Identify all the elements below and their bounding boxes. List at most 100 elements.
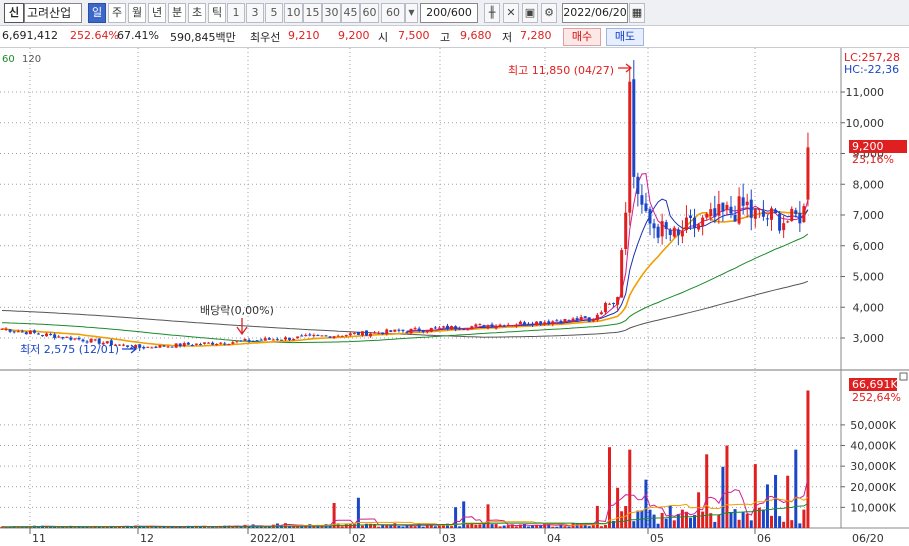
ask-price: 9,200 — [338, 29, 370, 42]
volume-bar — [664, 518, 668, 528]
candle — [279, 339, 283, 341]
volume-bar — [620, 511, 624, 528]
volume-bar — [648, 509, 652, 528]
period-button-2[interactable]: 월 — [128, 3, 146, 23]
volume-bar — [644, 479, 648, 528]
calendar-icon[interactable]: ▦ — [629, 3, 645, 23]
gear-icon[interactable]: ⚙ — [541, 3, 557, 23]
volume-tick-label: 40,000K — [850, 440, 896, 453]
interval-dropdown[interactable]: 60 — [381, 3, 405, 23]
period-button-4[interactable]: 분 — [168, 3, 186, 23]
period-button-3[interactable]: 년 — [148, 3, 166, 23]
x-tick-label: 06 — [757, 532, 771, 545]
volume-bar — [684, 511, 688, 528]
price-info-bar: 6,691,412 252.64% 67.41% 590,845백만 최우선 9… — [0, 26, 909, 48]
period-button-6[interactable]: 틱 — [208, 3, 226, 23]
volume-bar — [130, 527, 134, 529]
volume-bar — [599, 526, 603, 528]
date-input[interactable]: 2022/06/20 — [562, 3, 628, 23]
volume-bar — [490, 524, 494, 528]
volume-bar — [28, 527, 32, 529]
volume-bar — [660, 512, 664, 528]
volume-bar — [73, 526, 77, 528]
buy-button[interactable]: 매수 — [563, 28, 601, 46]
volume-bar — [506, 525, 510, 528]
volume-bar — [239, 527, 243, 529]
high-price: 9,680 — [460, 29, 492, 42]
volume-bar — [527, 526, 530, 528]
low-annotation: 최저 2,575 (12/01) — [20, 343, 119, 356]
volume-bar — [340, 526, 344, 528]
volume-bar — [713, 521, 717, 528]
interval-button-3[interactable]: 3 — [246, 3, 264, 23]
volume-bar — [563, 526, 567, 528]
candle — [802, 203, 806, 223]
price-tick-label: 11,000 — [846, 86, 885, 99]
high-annotation: 최고 11,850 (04/27) — [508, 64, 614, 77]
period-button-0[interactable]: 일 — [88, 3, 106, 23]
volume-bar — [502, 525, 506, 528]
crosshair-icon[interactable]: ✕ — [503, 3, 519, 23]
candle — [170, 346, 174, 348]
volume-bar — [802, 509, 806, 528]
volume-bar — [676, 514, 680, 528]
price-tick-label: 10,000 — [846, 117, 885, 130]
volume-value: 6,691,412 — [2, 29, 58, 42]
interval-button-45[interactable]: 45 — [341, 3, 360, 23]
stock-name-input[interactable]: 고려산업 — [24, 3, 82, 23]
volume-bar — [356, 497, 360, 528]
period-button-1[interactable]: 주 — [108, 3, 126, 23]
count-input[interactable]: 200/600 — [420, 3, 478, 23]
ma60-legend: 60 — [2, 54, 15, 65]
volume-bar — [761, 509, 765, 528]
volume-bar — [778, 516, 782, 528]
save-icon[interactable]: ▣ — [522, 3, 538, 23]
stock-chart[interactable]: 11,00010,0009,0008,0007,0006,0005,0004,0… — [0, 48, 909, 546]
volume-bar — [774, 474, 778, 528]
volume-bar — [628, 449, 632, 528]
interval-button-15[interactable]: 15 — [303, 3, 322, 23]
x-tick-label: 06/20 — [852, 532, 884, 545]
volume-bar — [749, 520, 753, 528]
volume-bar — [689, 517, 692, 528]
interval-button-60[interactable]: 60 — [360, 3, 379, 23]
price-tick-label: 3,000 — [853, 332, 885, 345]
volume-bar — [381, 525, 385, 528]
volume-bar — [158, 526, 162, 528]
volume-tick-label: 10,000K — [850, 501, 896, 514]
amount-value: 590,845백만 — [170, 31, 236, 44]
volume-bar — [433, 526, 437, 528]
volume-bar — [474, 524, 478, 528]
interval-button-30[interactable]: 30 — [322, 3, 341, 23]
volume-bar — [632, 521, 636, 528]
candle — [778, 210, 782, 234]
interval-button-5[interactable]: 5 — [265, 3, 283, 23]
volume-bar — [486, 504, 490, 528]
volume-bar — [587, 526, 591, 528]
volume-bar — [377, 526, 381, 528]
volume-bar — [782, 521, 786, 528]
volume-bar — [207, 527, 211, 529]
volume-bar — [725, 445, 729, 528]
mode-toggle[interactable]: 신 — [4, 3, 24, 23]
sell-button[interactable]: 매도 — [606, 28, 644, 46]
volume-bar — [470, 523, 474, 528]
panel-resize-icon[interactable] — [899, 372, 908, 381]
high-label: 고 — [440, 31, 451, 44]
volume-bar — [514, 526, 518, 528]
chevron-down-icon[interactable]: ▼ — [405, 3, 418, 23]
period-button-5[interactable]: 초 — [188, 3, 206, 23]
bid-price: 9,210 — [288, 29, 320, 42]
current-change: 23,16% — [852, 153, 894, 166]
volume-bar — [421, 526, 425, 528]
volume-bar — [385, 525, 389, 528]
candle-type-icon[interactable]: ╫ — [484, 3, 500, 23]
interval-button-10[interactable]: 10 — [284, 3, 303, 23]
volume-bar — [211, 527, 215, 529]
volume-bar — [595, 505, 599, 528]
x-tick-label: 04 — [547, 532, 561, 545]
current-volume-ratio: 252,64% — [852, 391, 901, 404]
interval-button-1[interactable]: 1 — [227, 3, 245, 23]
volume-bar — [741, 512, 745, 528]
volume-panel — [0, 371, 841, 528]
